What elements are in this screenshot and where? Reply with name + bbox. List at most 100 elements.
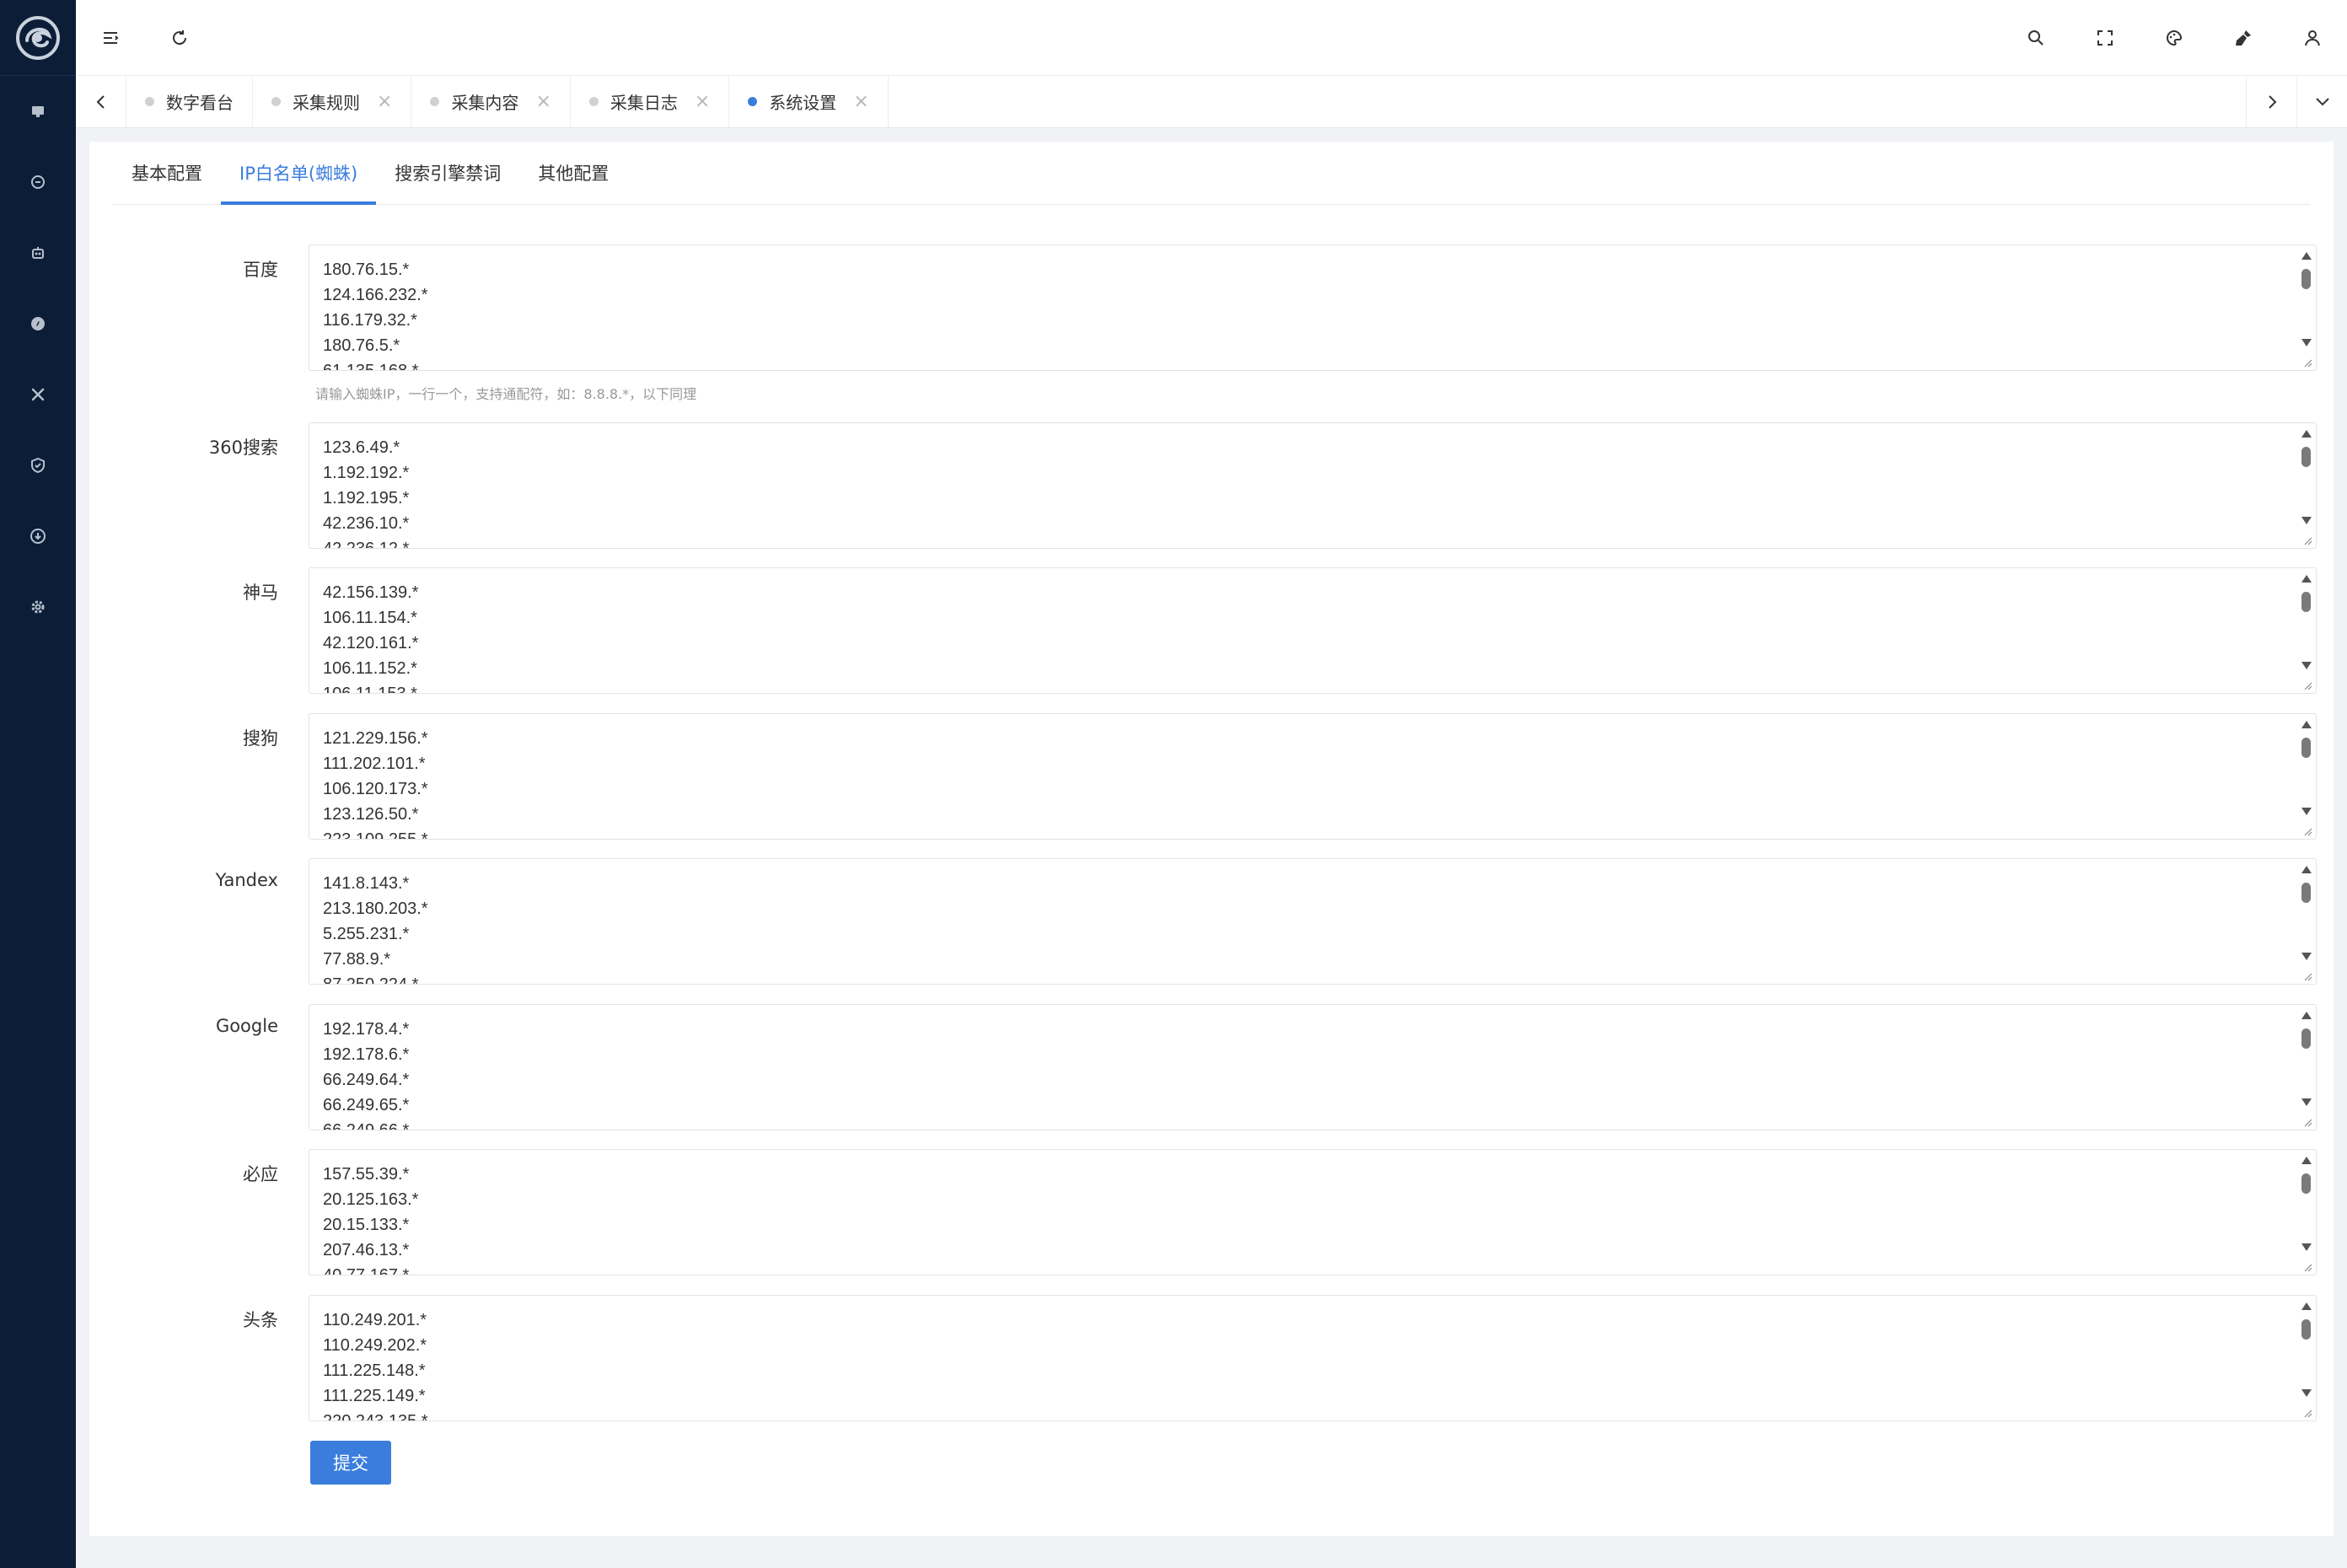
clear-cache-button[interactable] xyxy=(2209,0,2278,76)
tab-status-dot xyxy=(271,97,281,106)
clear-cache-icon xyxy=(2236,30,2251,46)
scroll-down-icon[interactable] xyxy=(2301,517,2312,524)
scroll-up-icon[interactable] xyxy=(2301,1157,2312,1164)
subtab-basic-config[interactable]: 基本配置 xyxy=(113,141,221,204)
ip-list-textarea[interactable]: 157.55.39.* 20.125.163.* 20.15.133.* 207… xyxy=(309,1150,2296,1275)
resize-grip-icon[interactable] xyxy=(2302,1408,2312,1418)
ip-list-textarea[interactable]: 123.6.49.* 1.192.192.* 1.192.195.* 42.23… xyxy=(309,423,2296,548)
theme-icon xyxy=(2167,30,2183,46)
tab-dashboard[interactable]: 数字看台 xyxy=(126,76,253,127)
close-icon[interactable]: × xyxy=(535,91,550,112)
resize-grip-icon[interactable] xyxy=(2302,1262,2312,1272)
sidebar-item-rules[interactable] xyxy=(0,147,76,217)
subtab-ip-whitelist[interactable]: IP白名单(蜘蛛) xyxy=(221,141,377,205)
tabs-scroll-left-button[interactable] xyxy=(76,76,126,127)
ip-list-textarea[interactable]: 192.178.4.* 192.178.6.* 66.249.64.* 66.2… xyxy=(309,1005,2296,1130)
scroll-down-icon[interactable] xyxy=(2301,1098,2312,1106)
tab-collect-rules[interactable]: 采集规则 × xyxy=(253,76,412,127)
user-button[interactable] xyxy=(2278,0,2347,76)
refresh-button[interactable] xyxy=(145,0,214,76)
field-label: Yandex xyxy=(215,870,278,890)
fullscreen-button[interactable] xyxy=(2070,0,2140,76)
resize-grip-icon[interactable] xyxy=(2302,826,2312,836)
field-label: 必应 xyxy=(243,1164,278,1184)
scrollbar[interactable] xyxy=(2296,423,2316,548)
search-button[interactable] xyxy=(2001,0,2070,76)
ip-list-box: 141.8.143.* 213.180.203.* 5.255.231.* 77… xyxy=(309,858,2317,985)
tab-collect-log[interactable]: 采集日志 × xyxy=(571,76,730,127)
sidebar-item-settings[interactable] xyxy=(0,572,76,642)
resize-grip-icon[interactable] xyxy=(2302,1117,2312,1127)
scroll-down-icon[interactable] xyxy=(2301,808,2312,815)
tabs-dropdown-button[interactable] xyxy=(2296,76,2347,127)
tab-system-settings[interactable]: 系统设置 × xyxy=(729,76,889,127)
ip-list-textarea[interactable]: 110.249.201.* 110.249.202.* 111.225.148.… xyxy=(309,1296,2296,1420)
sidebar-item-robot[interactable] xyxy=(0,217,76,288)
close-icon[interactable]: × xyxy=(377,91,392,112)
submit-button[interactable]: 提交 xyxy=(310,1441,391,1485)
resize-grip-icon[interactable] xyxy=(2302,535,2312,545)
scroll-up-icon[interactable] xyxy=(2301,1302,2312,1310)
sidebar-item-tools[interactable] xyxy=(0,359,76,430)
logo[interactable] xyxy=(0,0,76,76)
scrollbar-thumb[interactable] xyxy=(2301,738,2311,758)
sidebar-item-compass[interactable] xyxy=(0,288,76,359)
close-icon[interactable]: × xyxy=(695,91,710,112)
tab-status-dot xyxy=(748,97,758,106)
scroll-down-icon[interactable] xyxy=(2301,953,2312,960)
scroll-up-icon[interactable] xyxy=(2301,866,2312,873)
scrollbar-thumb[interactable] xyxy=(2301,592,2311,612)
scrollbar-thumb[interactable] xyxy=(2301,1028,2311,1049)
tabs-scroll-right-button[interactable] xyxy=(2246,76,2296,127)
field-label: Google xyxy=(215,1016,278,1036)
subtab-search-engine-banned-words[interactable]: 搜索引擎禁词 xyxy=(376,141,519,204)
menu-fold-button[interactable] xyxy=(76,0,145,76)
help-text: 请输入蜘蛛IP，一行一个，支持通配符，如：8.8.8.*，以下同理 xyxy=(315,386,697,402)
scroll-up-icon[interactable] xyxy=(2301,1012,2312,1019)
scrollbar-thumb[interactable] xyxy=(2301,1319,2311,1340)
scrollbar[interactable] xyxy=(2296,1296,2316,1420)
scrollbar[interactable] xyxy=(2296,1150,2316,1275)
tab-collect-content[interactable]: 采集内容 × xyxy=(411,76,571,127)
scrollbar-thumb[interactable] xyxy=(2301,883,2311,903)
scrollbar-thumb[interactable] xyxy=(2301,269,2311,289)
tabs-bar: 数字看台 采集规则 × 采集内容 × 采集日志 × 系统设置 × xyxy=(76,76,2347,128)
ip-list-box: 121.229.156.* 111.202.101.* 106.120.173.… xyxy=(309,713,2317,840)
subtab-other-config[interactable]: 其他配置 xyxy=(519,141,627,204)
tab-label: 数字看台 xyxy=(166,93,234,113)
scrollbar-thumb[interactable] xyxy=(2301,1173,2311,1194)
top-header xyxy=(76,0,2347,76)
ip-list-textarea[interactable]: 180.76.15.* 124.166.232.* 116.179.32.* 1… xyxy=(309,245,2296,370)
scroll-down-icon[interactable] xyxy=(2301,339,2312,346)
scrollbar-thumb[interactable] xyxy=(2301,447,2311,467)
scroll-up-icon[interactable] xyxy=(2301,430,2312,438)
sidebar-item-download[interactable] xyxy=(0,501,76,572)
scroll-down-icon[interactable] xyxy=(2301,662,2312,669)
sidebar-item-dashboard[interactable] xyxy=(0,76,76,147)
form-row: Google 192.178.4.* 192.178.6.* 66.249.64.… xyxy=(89,1004,2334,1130)
resize-grip-icon[interactable] xyxy=(2302,971,2312,981)
compass-icon xyxy=(31,317,45,330)
tab-label: 采集内容 xyxy=(451,93,519,113)
scroll-down-icon[interactable] xyxy=(2301,1243,2312,1251)
scroll-up-icon[interactable] xyxy=(2301,721,2312,728)
scrollbar[interactable] xyxy=(2296,568,2316,693)
sidebar-item-security[interactable] xyxy=(0,430,76,501)
scrollbar[interactable] xyxy=(2296,245,2316,370)
ip-list-textarea[interactable]: 121.229.156.* 111.202.101.* 106.120.173.… xyxy=(309,714,2296,839)
resize-grip-icon[interactable] xyxy=(2302,357,2312,368)
ip-list-textarea[interactable]: 141.8.143.* 213.180.203.* 5.255.231.* 77… xyxy=(309,859,2296,984)
scrollbar[interactable] xyxy=(2296,714,2316,839)
form-row: 360搜索 123.6.49.* 1.192.192.* 1.192.195.* … xyxy=(89,422,2334,549)
scrollbar[interactable] xyxy=(2296,859,2316,984)
scroll-up-icon[interactable] xyxy=(2301,575,2312,583)
scroll-up-icon[interactable] xyxy=(2301,252,2312,260)
ip-list-textarea[interactable]: 42.156.139.* 106.11.154.* 42.120.161.* 1… xyxy=(309,568,2296,693)
scrollbar[interactable] xyxy=(2296,1005,2316,1130)
scroll-down-icon[interactable] xyxy=(2301,1389,2312,1397)
theme-button[interactable] xyxy=(2140,0,2209,76)
ip-list-box: 110.249.201.* 110.249.202.* 111.225.148.… xyxy=(309,1295,2317,1421)
resize-grip-icon[interactable] xyxy=(2302,680,2312,690)
close-icon[interactable]: × xyxy=(853,91,868,112)
form-row: Yandex 141.8.143.* 213.180.203.* 5.255.23… xyxy=(89,858,2334,985)
